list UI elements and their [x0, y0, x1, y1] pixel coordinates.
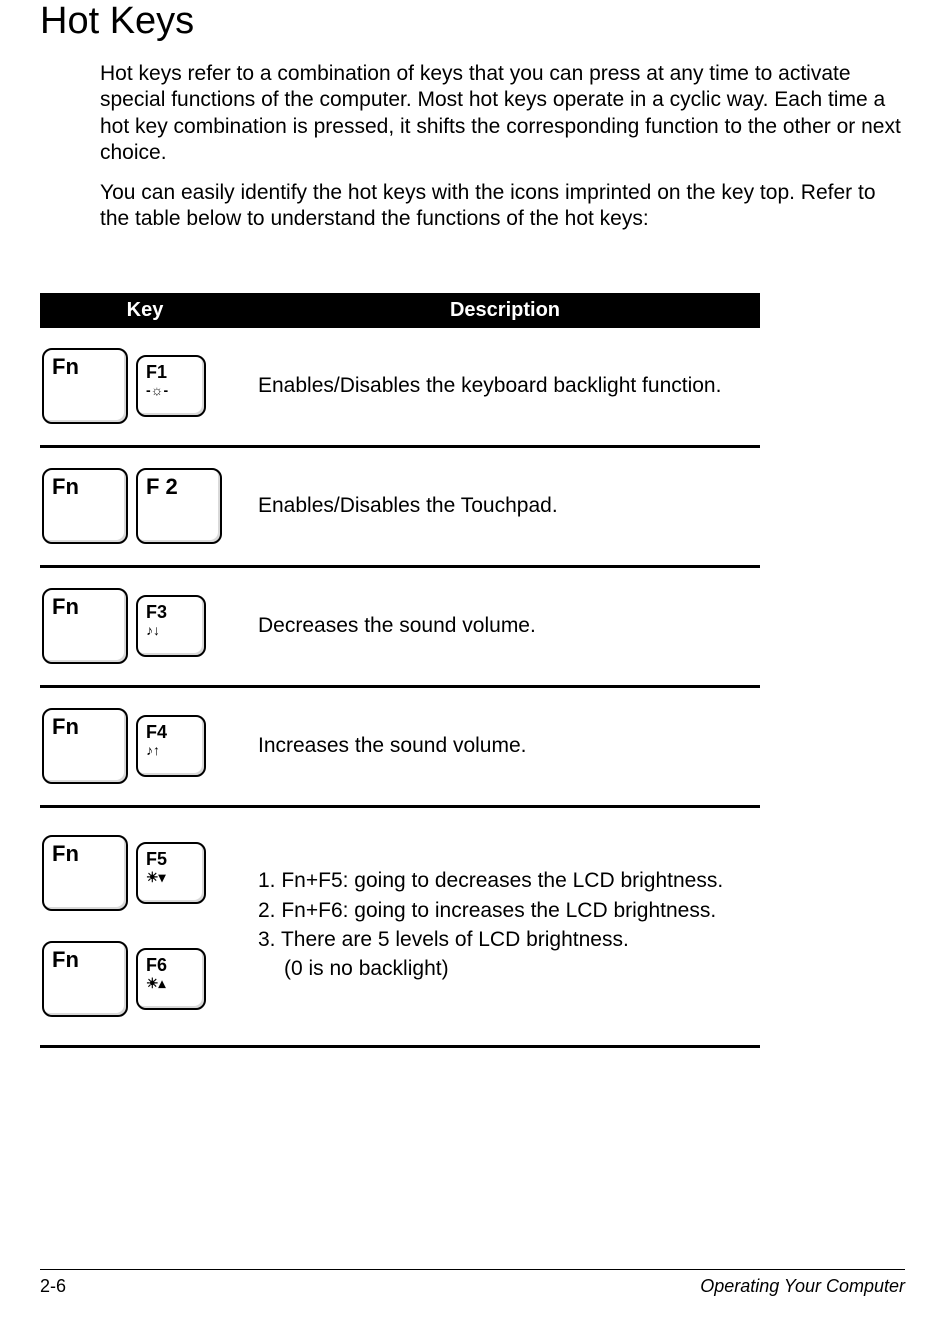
page-title: Hot Keys [40, 0, 905, 43]
footer-section-title: Operating Your Computer [700, 1276, 905, 1297]
volume-up-icon: ♪↑ [146, 743, 160, 757]
table-row: Fn F3 ♪↓ Decreases the sound volume. [40, 568, 760, 688]
key-label: Fn [52, 843, 79, 865]
key-label: F1 [146, 363, 167, 381]
description-cell: Decreases the sound volume. [250, 612, 760, 639]
table-row: Fn F5 ☀▾ Fn F6 ☀▴ [40, 808, 760, 1048]
key-label: Fn [52, 949, 79, 971]
page-footer: 2-6 Operating Your Computer [40, 1269, 905, 1297]
fn-key-icon: Fn [42, 588, 128, 664]
key-label: Fn [52, 716, 79, 738]
f4-key-icon: F4 ♪↑ [136, 715, 206, 777]
f1-key-icon: F1 -☼- [136, 355, 206, 417]
table-row: Fn F4 ♪↑ Increases the sound volume. [40, 688, 760, 808]
page: Hot Keys Hot keys refer to a combination… [0, 0, 945, 1317]
f2-key-icon: F 2 [136, 468, 222, 544]
key-cell: Fn F1 -☼- [40, 348, 250, 424]
table-header: Key Description [40, 293, 760, 328]
key-label: Fn [52, 356, 79, 378]
key-label: F3 [146, 603, 167, 621]
key-pair: Fn F5 ☀▾ [42, 835, 206, 911]
fn-key-icon: Fn [42, 941, 128, 1017]
fn-key-icon: Fn [42, 835, 128, 911]
key-label: Fn [52, 476, 79, 498]
f3-key-icon: F3 ♪↓ [136, 595, 206, 657]
fn-key-icon: Fn [42, 468, 128, 544]
key-cell: Fn F3 ♪↓ [40, 588, 250, 664]
intro-paragraph-1: Hot keys refer to a combination of keys … [100, 61, 905, 166]
backlight-icon: -☼- [146, 383, 168, 397]
desc-line: 1. Fn+F5: going to decreases the LCD bri… [258, 867, 760, 894]
header-description: Description [250, 293, 760, 328]
f5-key-icon: F5 ☀▾ [136, 842, 206, 904]
fn-key-icon: Fn [42, 708, 128, 784]
desc-line: 3. There are 5 levels of LCD brightness. [258, 926, 760, 953]
key-cell: Fn F5 ☀▾ Fn F6 ☀▴ [40, 835, 250, 1017]
desc-line: 2. Fn+F6: going to increases the LCD bri… [258, 897, 760, 924]
page-number: 2-6 [40, 1276, 66, 1297]
description-cell: 1. Fn+F5: going to decreases the LCD bri… [250, 867, 760, 984]
key-label: F5 [146, 850, 167, 868]
key-cell: Fn F 2 [40, 468, 250, 544]
f6-key-icon: F6 ☀▴ [136, 948, 206, 1010]
key-label: F 2 [146, 476, 178, 498]
key-pair: Fn F6 ☀▴ [42, 941, 206, 1017]
brightness-down-icon: ☀▾ [146, 870, 166, 884]
brightness-up-icon: ☀▴ [146, 976, 166, 990]
fn-key-icon: Fn [42, 348, 128, 424]
description-cell: Enables/Disables the keyboard backlight … [250, 372, 760, 399]
description-cell: Increases the sound volume. [250, 732, 760, 759]
table-row: Fn F 2 Enables/Disables the Touchpad. [40, 448, 760, 568]
hotkeys-table: Key Description Fn F1 -☼- Enables/Disabl… [40, 293, 760, 1048]
description-cell: Enables/Disables the Touchpad. [250, 492, 760, 519]
key-label: Fn [52, 596, 79, 618]
desc-line: (0 is no backlight) [258, 955, 760, 982]
key-label: F6 [146, 956, 167, 974]
volume-down-icon: ♪↓ [146, 623, 160, 637]
intro-paragraph-2: You can easily identify the hot keys wit… [100, 180, 905, 233]
table-row: Fn F1 -☼- Enables/Disables the keyboard … [40, 328, 760, 448]
key-label: F4 [146, 723, 167, 741]
key-cell: Fn F4 ♪↑ [40, 708, 250, 784]
header-key: Key [40, 293, 250, 328]
